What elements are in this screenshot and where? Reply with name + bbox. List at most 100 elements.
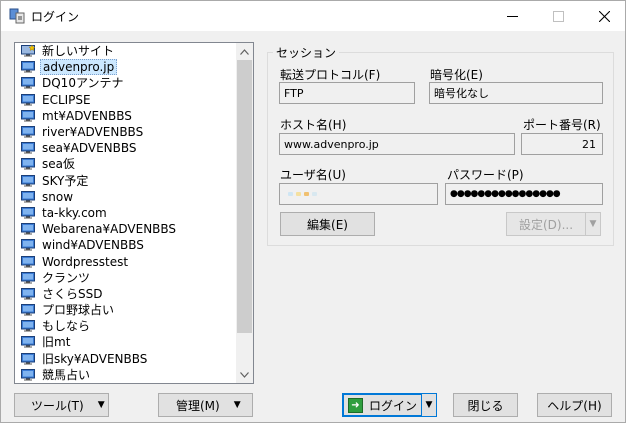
site-list-item[interactable]: 競馬占い	[15, 367, 237, 383]
monitor-icon	[21, 126, 35, 138]
site-label: SKY予定	[42, 173, 89, 188]
protocol-select[interactable]: FTP	[279, 82, 415, 104]
site-list-item[interactable]: wind¥ADVENBBS	[15, 237, 237, 253]
tools-button-label: ツール(T)	[31, 398, 84, 413]
protocol-label: 転送プロトコル(F)	[280, 68, 381, 82]
monitor-icon	[21, 239, 35, 251]
scroll-down-icon[interactable]	[236, 366, 253, 383]
site-list-item[interactable]: Webarena¥ADVENBBS	[15, 221, 237, 237]
port-label: ポート番号(R)	[523, 118, 601, 132]
close-window-button[interactable]	[581, 1, 626, 31]
manage-button[interactable]: 管理(M) ▼	[158, 393, 253, 417]
site-list-item[interactable]: sea仮	[15, 156, 237, 172]
site-list-item[interactable]: クランツ	[15, 270, 237, 286]
login-dialog: ログイン 新しいサイト advenpro.jp DQ10アンテナ ECLIPSE mt¥…	[0, 0, 626, 423]
chevron-down-icon: ▼	[589, 219, 597, 229]
monitor-icon	[21, 255, 35, 268]
site-list-item[interactable]: もしなら	[15, 318, 237, 334]
site-list-item[interactable]: Wordpresstest	[15, 253, 237, 269]
site-list-item[interactable]: DQ10アンテナ	[15, 75, 237, 91]
monitor-icon	[21, 336, 35, 348]
username-label: ユーザ名(U)	[280, 168, 346, 182]
monitor-icon	[21, 174, 35, 187]
blurred-username	[284, 192, 317, 196]
minimize-icon	[506, 15, 518, 17]
site-label: 旧sky¥ADVENBBS	[42, 351, 148, 366]
site-label: さくらSSD	[42, 286, 103, 301]
site-label: wind¥ADVENBBS	[42, 238, 144, 253]
monitor-icon	[21, 287, 35, 300]
monitor-icon	[21, 271, 35, 284]
site-label: sea仮	[42, 157, 75, 172]
site-list-item[interactable]: SKY予定	[15, 173, 237, 189]
site-list-item[interactable]: 旧mt	[15, 334, 237, 350]
site-label: DQ10アンテナ	[42, 76, 124, 91]
maximize-icon	[552, 10, 564, 22]
host-input[interactable]: www.advenpro.jp	[279, 133, 515, 155]
login-button[interactable]: ➜ ログイン	[342, 393, 423, 417]
maximize-button[interactable]	[535, 1, 581, 31]
site-label: snow	[42, 189, 74, 204]
site-label: Wordpresstest	[42, 254, 129, 269]
session-group-title: セッション	[273, 44, 340, 61]
monitor-icon	[21, 158, 35, 170]
site-list-item[interactable]: さくらSSD	[15, 286, 237, 302]
password-input[interactable]: ●●●●●●●●●●●●●●●●	[445, 183, 603, 205]
site-list-item[interactable]: ta-kky.com	[15, 205, 237, 221]
site-label: 旧mt	[42, 335, 71, 350]
monitor-icon	[21, 61, 35, 73]
edit-button[interactable]: 編集(E)	[280, 212, 375, 236]
site-label: Webarena¥ADVENBBS	[42, 222, 177, 237]
manage-button-label: 管理(M)	[176, 398, 220, 413]
monitor-icon	[21, 142, 35, 154]
site-list-item[interactable]: プロ野球占い	[15, 302, 237, 318]
settings-dropdown-button[interactable]: ▼	[585, 212, 601, 236]
close-icon	[598, 10, 610, 22]
site-list-item[interactable]: snow	[15, 189, 237, 205]
username-input[interactable]	[279, 183, 438, 205]
host-label: ホスト名(H)	[280, 118, 347, 132]
site-label: advenpro.jp	[40, 59, 118, 76]
site-list[interactable]: 新しいサイト advenpro.jp DQ10アンテナ ECLIPSE mt¥ADVEN…	[14, 42, 254, 384]
minimize-button[interactable]	[489, 1, 535, 31]
site-list-item[interactable]: advenpro.jp	[15, 59, 237, 76]
help-button[interactable]: ヘルプ(H)	[537, 393, 612, 417]
login-button-label: ログイン	[368, 398, 417, 413]
close-button[interactable]: 閉じる	[453, 393, 518, 417]
monitor-icon	[21, 109, 35, 122]
window-title: ログイン	[31, 10, 80, 24]
site-label: クランツ	[42, 270, 91, 285]
chevron-down-icon: ▼	[97, 400, 105, 410]
monitor-icon	[21, 190, 35, 203]
title-bar: ログイン	[1, 1, 625, 31]
site-label: river¥ADVENBBS	[42, 125, 144, 140]
site-list-item[interactable]: mt¥ADVENBBS	[15, 108, 237, 124]
encryption-label: 暗号化(E)	[430, 68, 483, 82]
site-list-item[interactable]: 旧sky¥ADVENBBS	[15, 351, 237, 367]
site-list-item[interactable]: ECLIPSE	[15, 92, 237, 108]
encryption-select[interactable]: 暗号化なし	[429, 82, 603, 104]
site-label: sea¥ADVENBBS	[42, 141, 137, 156]
site-label: ta-kky.com	[42, 205, 107, 220]
login-dropdown-button[interactable]: ▼	[421, 393, 437, 417]
port-input[interactable]: 21	[521, 133, 603, 155]
scroll-up-icon[interactable]	[236, 43, 253, 60]
monitor-icon	[21, 93, 35, 106]
site-list-scrollbar[interactable]	[236, 43, 253, 383]
monitor-icon	[21, 206, 35, 219]
new-site-icon	[21, 44, 36, 57]
chevron-down-icon: ▼	[233, 400, 241, 410]
site-list-item[interactable]: river¥ADVENBBS	[15, 124, 237, 140]
site-list-item[interactable]: sea¥ADVENBBS	[15, 140, 237, 156]
chevron-down-icon: ▼	[425, 400, 433, 410]
site-list-item[interactable]: 新しいサイト	[15, 43, 237, 59]
site-label: もしなら	[42, 319, 91, 334]
tools-button[interactable]: ツール(T) ▼	[14, 393, 109, 417]
monitor-icon	[21, 77, 35, 89]
monitor-icon	[21, 352, 35, 365]
scrollbar-thumb[interactable]	[237, 60, 252, 333]
site-label: 新しいサイト	[42, 44, 115, 59]
monitor-icon	[21, 304, 35, 316]
settings-button[interactable]: 設定(D)...	[506, 212, 586, 236]
monitor-icon	[21, 223, 35, 235]
